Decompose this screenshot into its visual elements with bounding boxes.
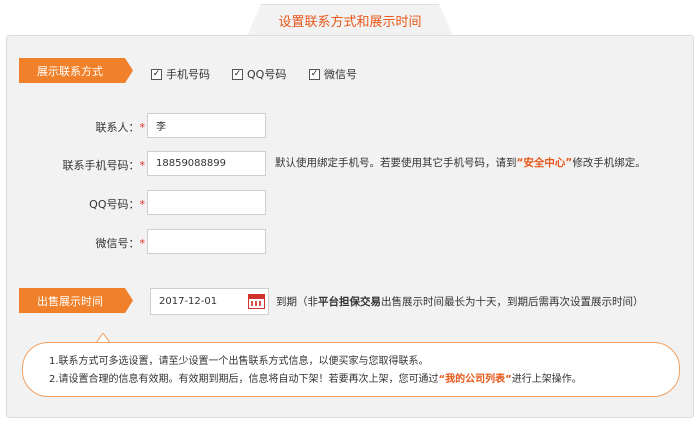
required-mark: * <box>139 159 146 172</box>
contact-person-input[interactable]: 李 <box>147 113 266 138</box>
checkbox-mobile[interactable]: ✓ 手机号码 <box>151 66 210 82</box>
qq-input[interactable] <box>147 190 266 215</box>
contact-person-label: 联系人：* <box>95 121 146 134</box>
expiry-date-value: 2017-12-01 <box>159 296 218 307</box>
checkmark-icon[interactable]: ✓ <box>232 68 243 80</box>
calendar-icon[interactable] <box>248 294 265 309</box>
checkmark-icon[interactable]: ✓ <box>309 68 320 80</box>
section-tag-display-time: 出售展示时间 <box>19 288 133 313</box>
checkbox-mobile-label: 手机号码 <box>166 68 210 81</box>
checkbox-qq[interactable]: ✓ QQ号码 <box>232 66 286 82</box>
mobile-input[interactable]: 18859088899 <box>147 151 266 176</box>
security-center-link[interactable]: “安全中心” <box>517 157 573 169</box>
expiry-note: 到期（非平台担保交易出售展示时间最长为十天，到期后需再次设置展示时间） <box>276 296 644 308</box>
mobile-label: 联系手机号码：* <box>62 159 146 172</box>
checkmark-icon[interactable]: ✓ <box>151 68 162 80</box>
checkbox-wechat-label: 微信号 <box>324 68 357 81</box>
section-tag-contact: 展示联系方式 <box>19 58 133 83</box>
wechat-input[interactable] <box>147 229 266 254</box>
notice-box: 1.联系方式可多选设置，请至少设置一个出售联系方式信息，以便买家与您取得联系。 … <box>22 342 680 397</box>
wechat-label: 微信号：* <box>95 237 146 250</box>
expiry-date-input[interactable]: 2017-12-01 <box>150 288 269 315</box>
page-title: 设置联系方式和展示时间 <box>247 4 453 36</box>
notice-line-1: 1.联系方式可多选设置，请至少设置一个出售联系方式信息，以便买家与您取得联系。 <box>49 356 429 367</box>
checkbox-wechat[interactable]: ✓ 微信号 <box>309 66 357 82</box>
required-mark: * <box>139 121 146 134</box>
qq-label: QQ号码：* <box>89 198 146 211</box>
checkbox-qq-label: QQ号码 <box>247 68 287 81</box>
mobile-hint: 默认使用绑定手机号。若要使用其它手机号码，请到“安全中心”修改手机绑定。 <box>275 157 646 169</box>
company-list-link[interactable]: “我的公司列表” <box>439 374 512 385</box>
notice-line-2: 2.请设置合理的信息有效期。有效期到期后，信息将自动下架！若要再次上架，您可通过… <box>49 374 582 385</box>
required-mark: * <box>139 198 146 211</box>
required-mark: * <box>139 237 146 250</box>
